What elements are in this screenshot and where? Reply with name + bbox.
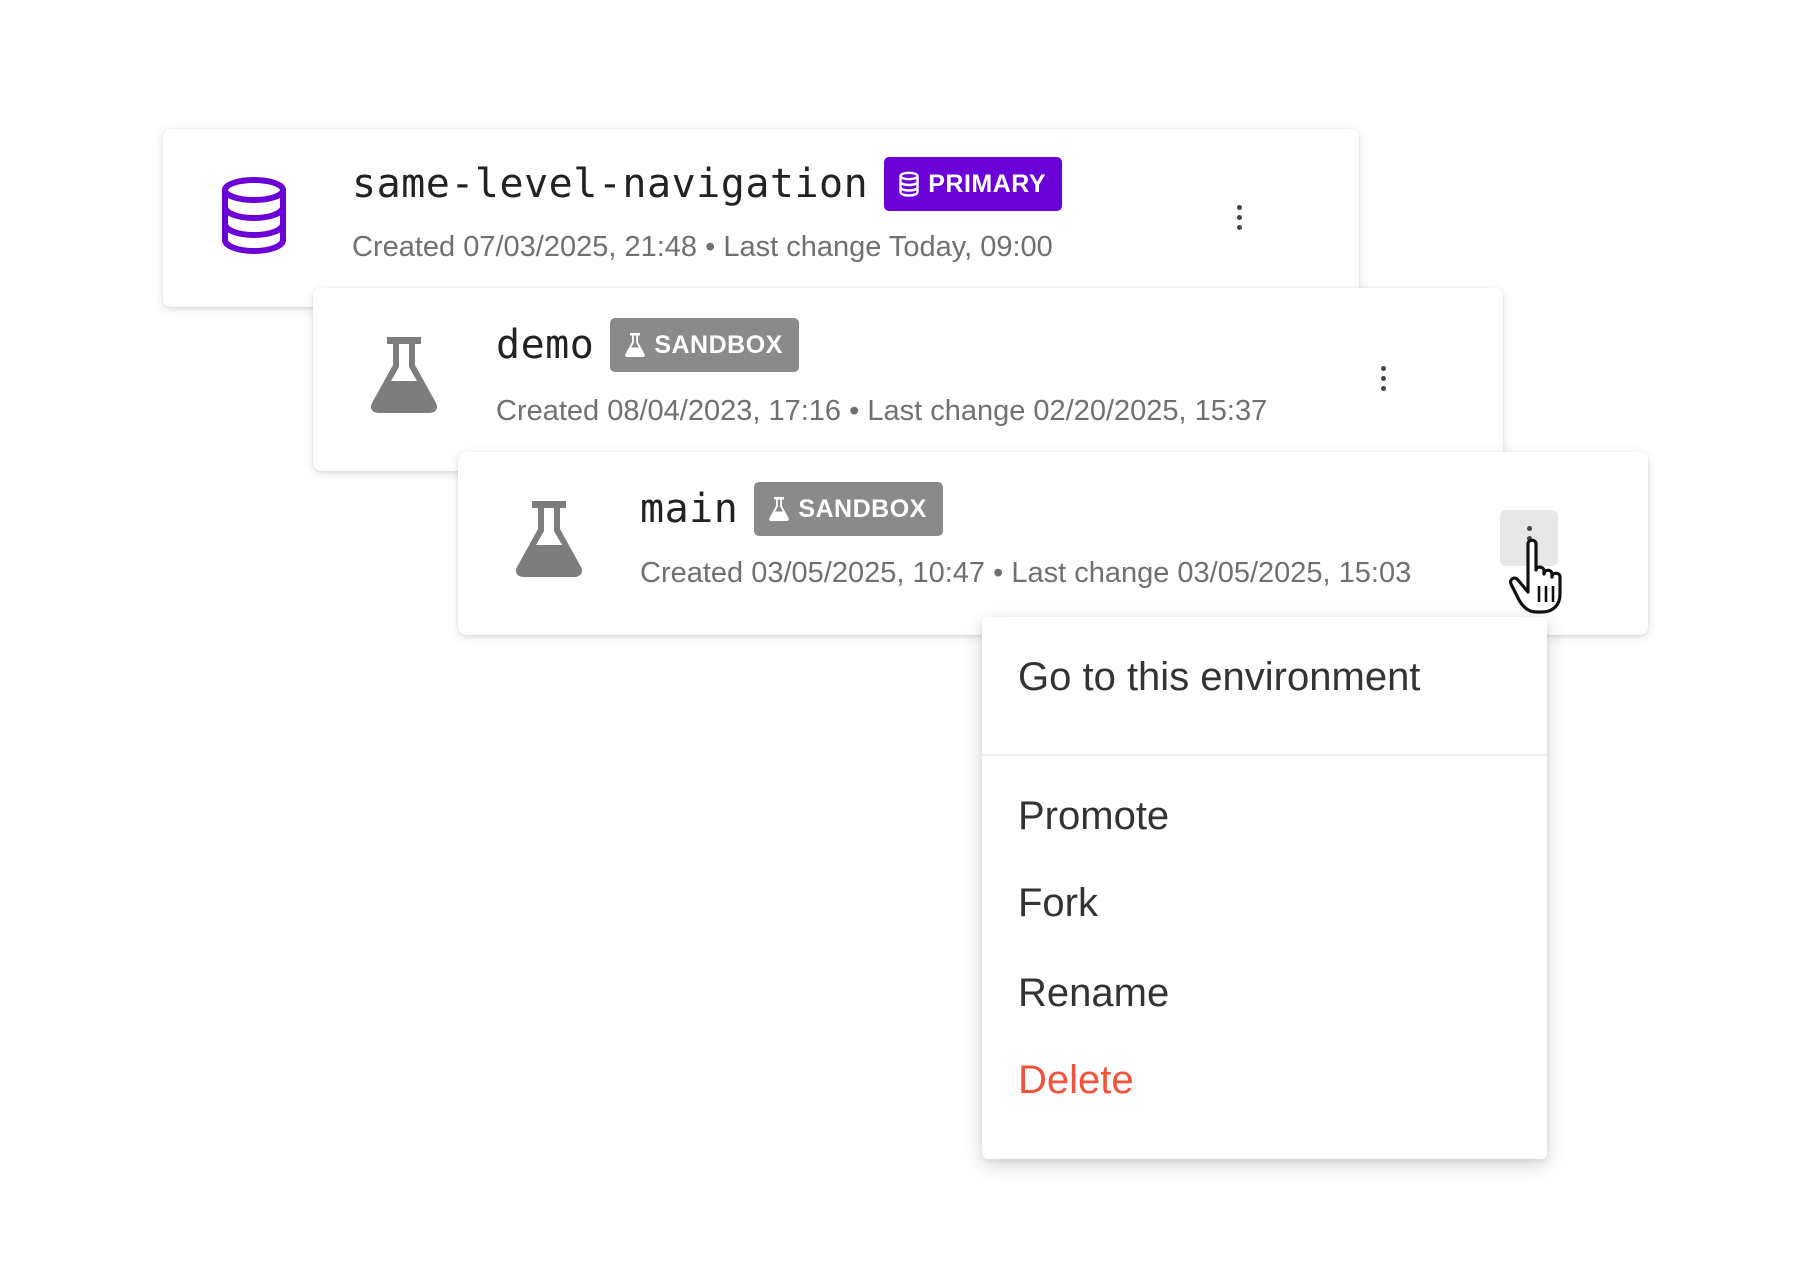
environment-card-primary[interactable]: same-level-navigation PRIMARY Created 07… [163, 129, 1359, 307]
environment-meta: Created 03/05/2025, 10:47 • Last change … [640, 557, 1411, 590]
more-options-button[interactable] [1500, 510, 1558, 566]
environment-list: same-level-navigation PRIMARY Created 07… [0, 0, 1800, 1280]
environment-card-demo[interactable]: demo SANDBOX Created 08/04/2023, 17:16 •… [313, 288, 1503, 471]
menu-item-promote[interactable]: Promote [1018, 794, 1169, 839]
meta-separator: • [849, 395, 860, 427]
flask-icon [769, 497, 790, 521]
more-options-button[interactable] [1354, 350, 1412, 406]
flask-icon [514, 498, 584, 578]
flask-icon [369, 334, 439, 414]
more-options-button[interactable] [1210, 189, 1268, 245]
menu-item-fork[interactable]: Fork [1018, 881, 1098, 926]
environment-meta: Created 07/03/2025, 21:48 • Last change … [352, 231, 1053, 264]
kebab-dot [1526, 525, 1532, 531]
badge-label: SANDBOX [654, 330, 783, 359]
created-date: Created 07/03/2025, 21:48 [352, 231, 698, 263]
sandbox-badge: SANDBOX [610, 318, 799, 372]
environment-name: main [640, 486, 739, 532]
badge-label: SANDBOX [798, 494, 927, 523]
menu-divider [982, 754, 1547, 756]
environment-context-menu: Go to this environment Promote Fork Rena… [982, 617, 1547, 1159]
environment-card-main[interactable]: main SANDBOX Created 03/05/2025, 10:47 •… [458, 452, 1648, 635]
kebab-dot [1236, 214, 1242, 220]
last-change-date: Last change Today, 09:00 [723, 231, 1053, 263]
database-icon [899, 171, 919, 197]
database-icon [219, 175, 289, 255]
environment-name: demo [496, 322, 595, 368]
environment-meta: Created 08/04/2023, 17:16 • Last change … [496, 395, 1267, 428]
sandbox-badge: SANDBOX [754, 482, 943, 536]
kebab-dot [1526, 545, 1532, 551]
menu-item-delete[interactable]: Delete [1018, 1058, 1134, 1103]
created-date: Created 03/05/2025, 10:47 [640, 557, 986, 589]
kebab-dot [1526, 535, 1532, 541]
kebab-dot [1380, 385, 1386, 391]
kebab-dot [1236, 204, 1242, 210]
flask-icon [625, 333, 646, 357]
badge-label: PRIMARY [928, 169, 1047, 198]
menu-item-rename[interactable]: Rename [1018, 971, 1169, 1016]
meta-separator: • [993, 557, 1004, 589]
meta-separator: • [705, 231, 716, 263]
menu-item-go-to-environment[interactable]: Go to this environment [1018, 655, 1420, 700]
environment-name: same-level-navigation [352, 161, 869, 207]
kebab-dot [1236, 224, 1242, 230]
created-date: Created 08/04/2023, 17:16 [496, 395, 842, 427]
last-change-date: Last change 03/05/2025, 15:03 [1011, 557, 1412, 589]
primary-badge: PRIMARY [884, 157, 1063, 211]
kebab-dot [1380, 375, 1386, 381]
kebab-dot [1380, 365, 1386, 371]
last-change-date: Last change 02/20/2025, 15:37 [867, 395, 1268, 427]
